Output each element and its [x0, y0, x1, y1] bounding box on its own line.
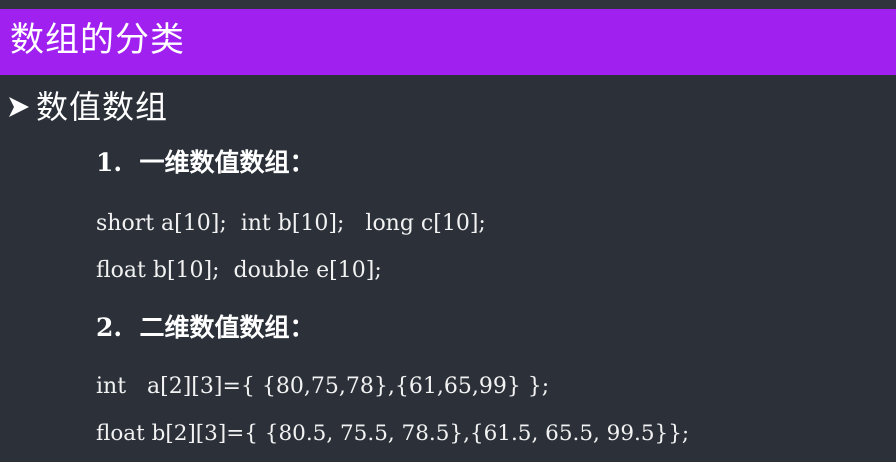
- bullet-label: 数值数组: [36, 88, 169, 126]
- code-line-1: short a[10]; int b[10]; long c[10];: [96, 211, 486, 236]
- code-line-2: float b[10]; double e[10];: [96, 258, 382, 283]
- arrowhead-right-icon: [8, 95, 30, 119]
- code-line-4: float b[2][3]={ {80.5, 75.5, 78.5},{61.5…: [96, 421, 690, 446]
- top-bar: [0, 0, 896, 9]
- section-heading-2d: 2. 二维数值数组：: [96, 313, 315, 342]
- code-line-3: int a[2][3]={ {80,75,78},{61,65,99} };: [96, 374, 550, 399]
- bullet-item: 数值数组: [8, 86, 168, 128]
- slide-title: 数组的分类: [10, 20, 185, 60]
- section-heading-1d: 1. 一维数值数组：: [96, 148, 315, 177]
